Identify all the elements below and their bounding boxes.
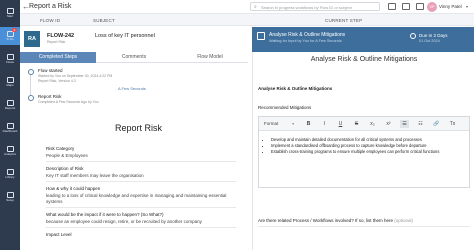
search-input[interactable]: ⌕ Search in progress workflows by Flow I… — [250, 2, 380, 11]
section-heading: Analyse Risk & Outline Mitigations — [258, 86, 333, 91]
event-report-risk[interactable]: Report Risk Completed A Few Seconds Ago … — [28, 94, 228, 108]
header-flow-id: FLOW ID — [40, 18, 61, 23]
divider — [46, 161, 236, 162]
list-item: Develop and maintain detailed documentat… — [271, 137, 439, 143]
flow-name: Report Risk — [47, 40, 66, 44]
current-step-bar: Analyse Risk & Outline Mitigations Waiti… — [252, 27, 474, 52]
tab-comments[interactable]: Comments — [96, 52, 172, 63]
question-label: Are there related Process / Workflows in… — [258, 218, 393, 223]
field-label: How & why it could happen — [46, 186, 101, 191]
page-title: Report a Risk — [29, 3, 72, 10]
related-process-question: Are there related Process / Workflows in… — [258, 218, 413, 224]
current-step-panel: Analyse Risk & Outline Mitigations Analy… — [252, 52, 474, 250]
help-icon[interactable] — [388, 3, 396, 10]
bold-button[interactable]: B — [304, 120, 313, 128]
italic-button[interactable]: I — [320, 120, 329, 128]
event-subtitle: Completed A Few Seconds Ago by You — [38, 100, 99, 104]
field-value: systems — [46, 199, 63, 204]
flow-row: RA FLOW-242 Report Risk Loss of key IT p… — [20, 27, 248, 52]
avatar[interactable]: VP — [427, 2, 437, 12]
chevron-down-icon[interactable]: ▾ — [466, 3, 468, 11]
search-icon: ⌕ — [254, 4, 257, 10]
superscript-button[interactable]: x² — [384, 120, 393, 128]
field-label: Description of Risk — [46, 166, 84, 171]
time-label: A Few Seconds — [118, 86, 146, 91]
top-bar: ← Report a Risk ⌕ Search in progress wor… — [20, 0, 474, 14]
sidebar-item-setup[interactable]: Setup — [0, 188, 20, 206]
field-value: People & Employees — [46, 153, 88, 158]
divider — [46, 227, 236, 228]
header-subject: SUBJECT — [93, 18, 115, 23]
sidebar-item-todo[interactable]: To Do 3 — [0, 27, 20, 45]
sidebar: Start To Do 3 Flows Maps Reports Dashboa… — [0, 0, 20, 250]
rich-text-editor[interactable]: Format ▾ B I U S x₂ x² ☰ ☷ 🔗 Tx Develop … — [258, 116, 470, 188]
flag-icon — [28, 69, 34, 75]
field-label: Impact Level — [46, 232, 72, 237]
step-icon — [257, 32, 265, 40]
clear-format-icon[interactable]: Tx — [448, 120, 457, 128]
sidebar-item-start[interactable]: Start — [0, 4, 20, 22]
flow-id: FLOW-242 — [47, 33, 75, 39]
format-label: Format — [264, 121, 279, 126]
column-header: FLOW ID SUBJECT CURRENT STEP — [20, 14, 474, 26]
numbered-list-icon[interactable]: ☷ — [416, 120, 425, 128]
panel-title: Analyse Risk & Outline Mitigations — [310, 56, 418, 63]
sidebar-item-dashboard[interactable]: Dashboard — [0, 119, 20, 137]
editor-body[interactable]: Develop and maintain detailed documentat… — [259, 131, 469, 187]
due-date: 01 Oct 2024 — [419, 39, 440, 43]
editor-toolbar: Format ▾ B I U S x₂ x² ☰ ☷ 🔗 Tx — [259, 117, 469, 131]
subscript-button[interactable]: x₂ — [368, 120, 377, 128]
todo-badge: 3 — [12, 28, 17, 32]
tab-completed-steps[interactable]: Completed Steps — [20, 52, 96, 63]
field-label: Risk Category — [46, 146, 75, 151]
search-placeholder: Search in progress workflows by Flow ID … — [261, 5, 352, 10]
bullet-list-icon[interactable]: ☰ — [400, 120, 409, 128]
divider — [46, 181, 236, 182]
list-item: Implement a standardised offboarding pro… — [271, 143, 439, 149]
flow-subject: Loss of key IT personnel — [95, 33, 155, 39]
link-icon[interactable]: 🔗 — [432, 120, 441, 128]
flow-initials-badge: RA — [24, 31, 40, 47]
sidebar-item-maps[interactable]: Maps — [0, 73, 20, 91]
notification-icon[interactable] — [416, 3, 424, 10]
header-current-step: CURRENT STEP — [325, 18, 363, 23]
clock-icon — [410, 33, 416, 39]
underline-button[interactable]: U — [336, 120, 345, 128]
step-icon — [28, 95, 34, 101]
field-value: leading to a loss of critical knowledge … — [46, 193, 227, 198]
sidebar-item-flows[interactable]: Flows — [0, 50, 20, 68]
event-version: Report Risk, Version 4.3 — [38, 78, 76, 83]
divider — [46, 207, 236, 208]
format-dropdown[interactable]: Format ▾ — [262, 120, 296, 128]
due-label: Due In 2 Days — [419, 33, 448, 38]
completed-steps-panel: Flow started Started by You on September… — [20, 64, 248, 250]
user-name[interactable]: Vinny Patel — [439, 3, 462, 11]
tab-bar: Completed Steps Comments Flow Model — [20, 52, 248, 63]
sidebar-item-reports[interactable]: Reports — [0, 96, 20, 114]
tab-flow-model[interactable]: Flow Model — [172, 52, 248, 63]
chevron-down-icon: ▾ — [292, 122, 294, 126]
step-name: Analyse Risk & Outline Mitigations — [269, 32, 346, 38]
chat-icon[interactable] — [402, 3, 410, 10]
field-label: What would be the impact if it were to h… — [46, 212, 164, 217]
event-flow-started: Flow started Started by You on September… — [28, 68, 228, 86]
strikethrough-button[interactable]: S — [352, 120, 361, 128]
mitigations-list: Develop and maintain detailed documentat… — [265, 137, 439, 154]
sidebar-item-analytics[interactable]: Analytics — [0, 142, 20, 160]
optional-label: (optional) — [394, 218, 414, 223]
form-title: Report Risk — [115, 123, 163, 133]
step-status: Waiting for Input by You for A Few Secon… — [269, 39, 342, 43]
field-value: Key IT staff members may leave the organ… — [46, 173, 144, 178]
field-label: Recommended Mitigations — [258, 105, 312, 110]
sidebar-item-library[interactable]: Library — [0, 165, 20, 183]
list-item: Establish cross-training programs to ens… — [271, 149, 439, 155]
field-value: because an employee could resign, retire… — [46, 219, 202, 224]
divider — [258, 226, 470, 227]
